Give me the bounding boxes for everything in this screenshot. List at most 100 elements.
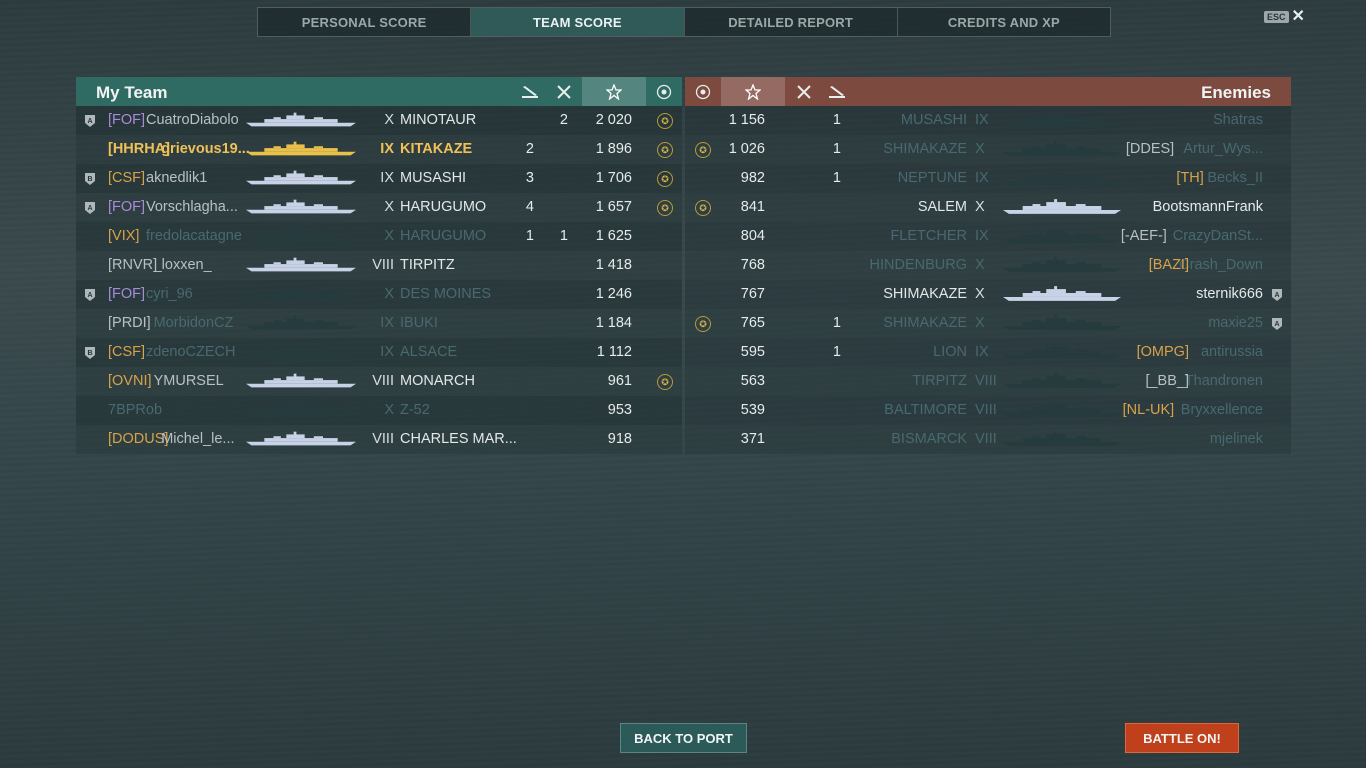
torpedo-hits-count: 4 (525, 199, 534, 215)
score-value: 1 026 (728, 141, 765, 157)
table-row[interactable]: ✪ 765 1 SHIMAKAZE Xmaxie25 A (685, 309, 1291, 338)
player-name: Shatras (1213, 112, 1263, 128)
score-value: 1 246 (595, 286, 632, 302)
rank-badge-icon: A (84, 201, 96, 215)
ship-name: HARUGUMO (400, 199, 487, 215)
medal-icon: ✪ (695, 316, 711, 332)
clan-tag: [CSF] (108, 344, 146, 360)
player-name: Bryxxellence (1180, 402, 1263, 418)
torpedo-hits-count: 2 (525, 141, 534, 157)
ship-tier: IX (975, 344, 989, 360)
ship-tier: IX (380, 141, 394, 157)
player-name: grievous19... (161, 141, 250, 157)
torpedo-hits-icon (518, 77, 542, 106)
svg-text:A: A (1274, 292, 1279, 299)
ship-tier: VIII (372, 257, 394, 273)
table-row[interactable]: [RNVR] _loxxen_ VIII TIRPITZ 1 418 (76, 251, 682, 280)
ship-tier: X (384, 199, 394, 215)
close-button[interactable]: ESC ✕ (1264, 9, 1305, 25)
ship-silhouette-icon (1003, 402, 1121, 418)
kills-icon (552, 77, 576, 106)
player-name: aknedlik1 (146, 170, 208, 186)
medal-icon: ✪ (657, 171, 673, 187)
ship-name: NEPTUNE (897, 170, 967, 186)
ship-name: SHIMAKAZE (883, 141, 967, 157)
my-team-header: My Team (76, 77, 682, 106)
tab-credits-and-xp[interactable]: CREDITS AND XP (898, 8, 1110, 36)
table-row[interactable]: 595 1 LION IX antirussia [OMPG] (685, 338, 1291, 367)
table-row[interactable]: 804 FLETCHER IX CrazyDanSt... [-AEF-] (685, 222, 1291, 251)
medal-icon: ✪ (657, 200, 673, 216)
ship-name: FLETCHER (890, 228, 967, 244)
ship-name: DES MOINES (400, 286, 492, 302)
table-row[interactable]: [HHRHA] grievous19... IX KITAKAZE 2 1 896 ✪ (76, 135, 682, 164)
tab-personal-score[interactable]: PERSONAL SCORE (258, 8, 472, 36)
clan-tag: [OMPG] (1136, 344, 1189, 360)
table-row[interactable]: 768 HINDENBURG X Crash_Down [BAZI] (685, 251, 1291, 280)
clan-tag: [_BB_] (1145, 373, 1189, 389)
clan-tag: [DODUS] (108, 431, 169, 447)
table-row[interactable]: [PRDI] MorbidonCZ IX IBUKI 1 184 (76, 309, 682, 338)
back-to-port-button[interactable]: BACK TO PORT (620, 723, 747, 753)
player-name: mjelinek (1209, 431, 1263, 447)
ship-silhouette-icon (1003, 170, 1121, 186)
ship-name: KITAKAZE (400, 141, 473, 157)
table-row[interactable]: 7BPRob X Z-52 953 (76, 396, 682, 425)
score-value: 595 (740, 344, 765, 360)
rank-badge-icon: A (1271, 288, 1283, 302)
enemies-list: 1 156 1 MUSASHI IX Shatras ✪ 1 026 1 SHIMAKAZE X A… (685, 106, 1291, 454)
ship-name: IBUKI (400, 315, 438, 331)
table-row[interactable]: B [CSF] zdenoCZECH IX ALSACE 1 112 (76, 338, 682, 367)
ship-tier: IX (975, 112, 989, 128)
ship-silhouette-icon (1003, 228, 1121, 244)
table-row[interactable]: B [CSF] aknedlik1 IX MUSASHI 3 1 706 ✪ (76, 164, 682, 193)
table-row[interactable]: ✪ 841 SALEM X BootsmannFrank (685, 193, 1291, 222)
close-icon[interactable]: ✕ (1292, 9, 1305, 25)
score-value: 2 020 (595, 112, 632, 128)
ship-name: SALEM (917, 199, 967, 215)
score-value: 1 112 (596, 344, 632, 360)
torpedo-hits-icon (825, 77, 849, 106)
player-name: Michel_le... (161, 431, 235, 447)
enemies-header: Enemies (685, 77, 1291, 106)
tab-team-score[interactable]: TEAM SCORE (471, 8, 685, 36)
rank-badge-icon: B (84, 346, 96, 360)
battle-on-button[interactable]: BATTLE ON! (1125, 723, 1239, 753)
table-row[interactable]: 1 156 1 MUSASHI IX Shatras (685, 106, 1291, 135)
table-row[interactable]: A [FOF] cyri_96 X DES MOINES 1 246 (76, 280, 682, 309)
table-row[interactable]: A [FOF] Vorschlagha... X HARUGUMO 4 1 657 ✪ (76, 193, 682, 222)
medal-icon: ✪ (657, 113, 673, 129)
player-name: Vorschlagha... (146, 199, 238, 215)
table-row[interactable]: 563 TIRPITZ VIII Thandronen [_BB_] (685, 367, 1291, 396)
ship-tier: IX (380, 315, 394, 331)
kills-count: 1 (832, 170, 841, 186)
enemies-panel: Enemies 1 156 1 MUSASHI IX Shatras ✪ 1 026 1 SHI… (685, 77, 1291, 455)
table-row[interactable]: 767 SHIMAKAZE Xsternik666 A (685, 280, 1291, 309)
medal-header-icon (691, 77, 715, 106)
clan-tag: [DDES] (1125, 141, 1175, 157)
kills-count: 1 (832, 141, 841, 157)
table-row[interactable]: 371 BISMARCK VIII mjelinek (685, 425, 1291, 454)
ship-silhouette-icon (246, 228, 356, 244)
table-row[interactable]: [OVNI] YMURSEL VIII MONARCH 961 ✪ (76, 367, 682, 396)
clan-tag: [NL-UK] (1122, 402, 1175, 418)
ship-silhouette-icon (1003, 199, 1121, 215)
table-row[interactable]: A [FOF] CuatroDiabolo X MINOTAUR 2 2 020 ✪ (76, 106, 682, 135)
table-row[interactable]: [VIX] fredolacatagne X HARUGUMO 1 1 1 625 (76, 222, 682, 251)
score-value: 563 (740, 373, 765, 389)
table-row[interactable]: 982 1 NEPTUNE IX Becks_II [TH] (685, 164, 1291, 193)
ship-silhouette-icon (1003, 286, 1121, 302)
svg-text:A: A (87, 292, 92, 299)
ship-tier: X (975, 199, 985, 215)
player-name: cyri_96 (146, 286, 193, 302)
kills-count: 2 (559, 112, 568, 128)
table-row[interactable]: [DODUS] Michel_le... VIII CHARLES MAR... 918 (76, 425, 682, 454)
ship-name: MONARCH (400, 373, 475, 389)
score-value: 765 (740, 315, 765, 331)
player-name: zdenoCZECH (146, 344, 236, 360)
table-row[interactable]: ✪ 1 026 1 SHIMAKAZE X Artur_Wys... [DDES] (685, 135, 1291, 164)
tab-detailed-report[interactable]: DETAILED REPORT (685, 8, 898, 36)
score-value: 1 657 (595, 199, 632, 215)
table-row[interactable]: 539 BALTIMORE VIII Bryxxellence [NL-UK] (685, 396, 1291, 425)
ship-silhouette-icon (246, 141, 356, 157)
